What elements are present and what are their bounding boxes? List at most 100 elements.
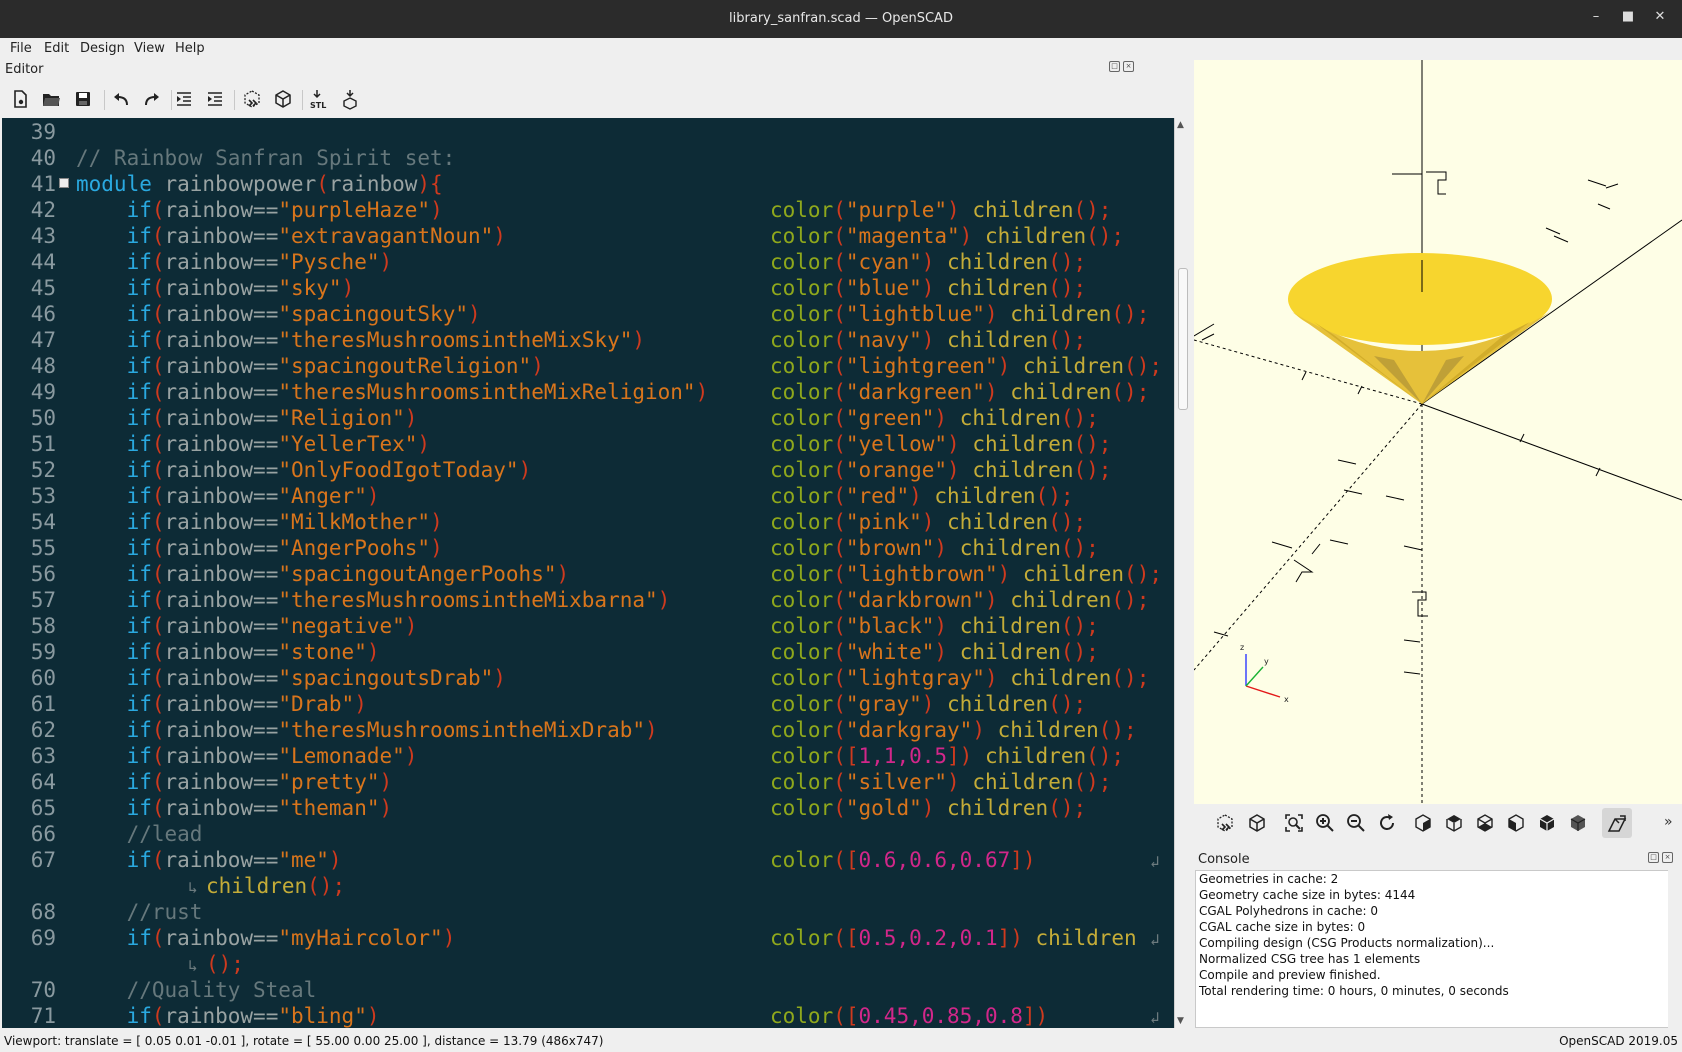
code-line-color-call: color("orange") children();: [770, 458, 1111, 482]
code-line: module rainbowpower(rainbow){: [76, 172, 443, 196]
view-top-icon[interactable]: [1443, 812, 1465, 834]
unindent-icon[interactable]: [173, 88, 195, 110]
code-token: "Anger": [278, 484, 367, 508]
code-token: //rust: [126, 900, 203, 924]
menu-file[interactable]: File: [10, 41, 32, 56]
code-line-color-call: color("magenta") children();: [770, 224, 1124, 248]
code-token: ): [947, 770, 960, 794]
line-number: 46: [30, 302, 56, 326]
code-token: if: [126, 718, 152, 742]
open-file-icon[interactable]: [40, 88, 62, 110]
3d-viewport[interactable]: z y x: [1194, 60, 1682, 804]
code-token: ): [657, 588, 671, 612]
code-line-color-call: color("purple") children();: [770, 198, 1111, 222]
code-token: if: [126, 614, 152, 638]
code-line: if(rainbow=="theresMushroomsintheMixReli…: [76, 380, 709, 404]
preview-icon[interactable]: [241, 88, 263, 110]
code-token: children: [959, 198, 1074, 222]
line-number: 41: [30, 172, 56, 196]
code-token: ==: [253, 328, 279, 352]
maximize-icon[interactable]: ■: [1619, 9, 1637, 24]
minimize-icon[interactable]: –: [1587, 9, 1605, 24]
reset-view-icon[interactable]: [1376, 812, 1398, 834]
code-token: children: [934, 796, 1049, 820]
code-line-color-call: color("darkgray") children();: [770, 718, 1137, 742]
code-token: children: [997, 380, 1112, 404]
save-icon[interactable]: [72, 88, 94, 110]
console-float-icon[interactable]: □: [1648, 852, 1659, 863]
code-token: children: [934, 510, 1049, 534]
editor-dock-title: Editor: [5, 62, 44, 77]
zoom-in-icon[interactable]: [1314, 812, 1336, 834]
code-token: 1,1,0.5: [858, 744, 948, 768]
code-line: if(rainbow=="theman"): [76, 796, 393, 820]
indent-icon[interactable]: [204, 88, 226, 110]
code-token: ): [921, 510, 935, 534]
editor-close-icon[interactable]: ×: [1123, 61, 1134, 72]
view-left-icon[interactable]: [1505, 812, 1527, 834]
menu-help[interactable]: Help: [175, 41, 205, 56]
scroll-down-icon[interactable]: ▼: [1177, 1016, 1184, 1026]
preview-icon[interactable]: [1214, 812, 1236, 834]
code-token: color: [770, 458, 834, 482]
code-line: if(rainbow=="bling"): [76, 1004, 380, 1028]
editor-scrollbar[interactable]: ▲ ▼: [1174, 118, 1189, 1028]
menu-view[interactable]: View: [134, 41, 165, 56]
view-back-icon[interactable]: [1567, 812, 1589, 834]
code-token: if: [126, 770, 152, 794]
view-front-icon[interactable]: [1536, 812, 1558, 834]
menu-design[interactable]: Design: [80, 41, 125, 56]
code-token: ();: [1111, 588, 1150, 612]
code-token: (: [151, 380, 165, 404]
console-close-icon[interactable]: ×: [1662, 852, 1673, 863]
code-token: children: [947, 640, 1061, 664]
code-line: if(rainbow=="myHaircolor"): [76, 926, 456, 950]
code-token: ): [430, 198, 443, 222]
console-output[interactable]: Geometries in cache: 2 Geometry cache siz…: [1195, 870, 1669, 1028]
code-editor[interactable]: 39 40 // Rainbow Sanfran Spirit set: 41 modu…: [2, 118, 1174, 1028]
console-scrollbar[interactable]: [1668, 870, 1681, 1028]
scroll-up-icon[interactable]: ▲: [1177, 120, 1184, 130]
fold-marker-icon[interactable]: [59, 178, 69, 188]
code-token: "MilkMother": [278, 510, 431, 534]
code-token: (: [151, 770, 165, 794]
code-token: ==: [253, 406, 279, 430]
code-token: ): [695, 380, 709, 404]
code-token: ): [404, 406, 418, 430]
code-line-color-call: color("darkbrown") children();: [770, 588, 1149, 612]
code-token: rainbow: [164, 770, 254, 794]
view-right-icon[interactable]: [1412, 812, 1434, 834]
code-token: color: [770, 536, 834, 560]
view-all-icon[interactable]: [1283, 812, 1305, 834]
code-token: (: [833, 484, 846, 508]
zoom-out-icon[interactable]: [1345, 812, 1367, 834]
render-icon[interactable]: [1246, 812, 1268, 834]
new-file-icon[interactable]: [9, 88, 31, 110]
code-token: (: [151, 276, 165, 300]
code-token: (: [151, 536, 165, 560]
close-icon[interactable]: ✕: [1651, 9, 1669, 24]
redo-icon[interactable]: [141, 88, 163, 110]
code-line-color-call: color("blue") children();: [770, 276, 1086, 300]
menu-edit[interactable]: Edit: [44, 41, 69, 56]
view-diagonal-icon[interactable]: [1602, 808, 1632, 838]
code-token: (: [151, 562, 165, 586]
view-toolbar-more-icon[interactable]: »: [1664, 814, 1673, 830]
editor-float-icon[interactable]: □: [1109, 61, 1120, 72]
code-token: (: [151, 588, 165, 612]
scrollbar-thumb[interactable]: [1178, 268, 1188, 410]
view-bottom-icon[interactable]: [1474, 812, 1496, 834]
send-to-3d-print-icon[interactable]: [339, 88, 361, 110]
render-icon[interactable]: [272, 88, 294, 110]
code-line-color-call: color("yellow") children();: [770, 432, 1111, 456]
undo-icon[interactable]: [110, 88, 132, 110]
export-stl-icon[interactable]: STL: [309, 88, 331, 110]
code-token: ==: [253, 510, 279, 534]
code-line: // Rainbow Sanfran Spirit set:: [76, 146, 455, 170]
code-token: color: [770, 380, 834, 404]
code-token: color: [770, 588, 834, 612]
